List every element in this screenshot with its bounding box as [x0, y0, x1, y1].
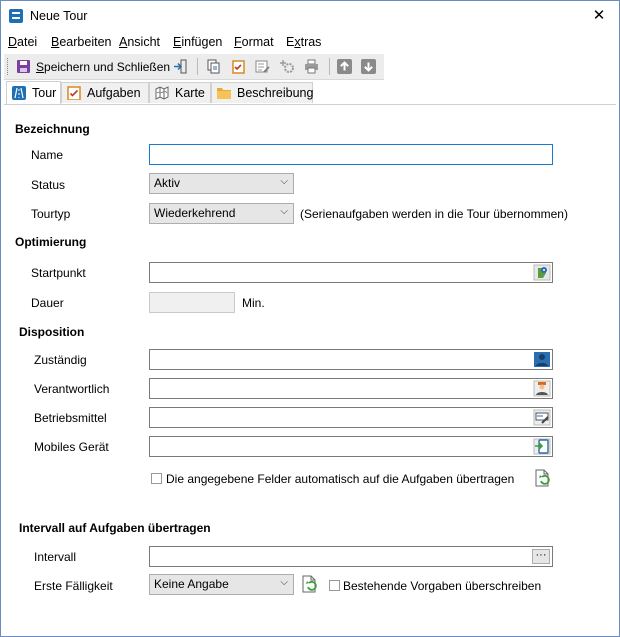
verantwortlich-label: Verantwortlich [34, 382, 110, 396]
app-road-icon [9, 9, 23, 23]
road-icon [12, 86, 26, 100]
exit-button[interactable] [173, 57, 188, 76]
copy-doc-icon [206, 59, 221, 74]
title-bar: Neue Tour ✕ [1, 1, 619, 31]
move-down-button[interactable] [361, 57, 376, 76]
toolbar-grip[interactable] [7, 58, 10, 75]
gear-add-icon [280, 59, 295, 74]
verantwortlich-input[interactable] [149, 378, 553, 399]
gear-add-button[interactable] [280, 57, 295, 76]
toolbar: Speichern und Schließen [4, 54, 384, 80]
map-icon [155, 86, 169, 100]
zustaendig-label: Zuständig [34, 353, 87, 367]
auto-transfer-label: Die angegebene Felder automatisch auf di… [166, 472, 515, 486]
section-intervall: Intervall auf Aufgaben übertragen [19, 521, 211, 535]
manager-picker-icon[interactable] [533, 380, 551, 397]
close-icon[interactable]: ✕ [579, 1, 619, 31]
arrow-up-icon [337, 59, 352, 74]
tourtyp-label: Tourtyp [31, 207, 71, 221]
save-icon [16, 59, 31, 74]
auto-transfer-checkbox[interactable] [151, 473, 162, 484]
overwrite-label: Bestehende Vorgaben überschreiben [343, 579, 542, 593]
checklist-icon [231, 59, 246, 74]
checklist-button[interactable] [231, 57, 246, 76]
chevron-down-icon: ⌵ [280, 577, 288, 588]
location-picker-icon[interactable] [533, 264, 551, 281]
startpunkt-label: Startpunkt [31, 266, 86, 280]
print-icon [304, 59, 319, 74]
zustaendig-input[interactable] [149, 349, 553, 370]
chevron-down-icon: ⌵ [280, 176, 288, 187]
section-disposition: Disposition [19, 325, 85, 339]
equipment-picker-icon[interactable] [533, 409, 551, 426]
status-label: Status [31, 178, 66, 192]
edit-list-button[interactable] [255, 57, 270, 76]
edit-list-icon [255, 59, 270, 74]
chevron-down-icon: ⌵ [280, 206, 288, 217]
betriebsmittel-input[interactable] [149, 407, 553, 428]
erste-faelligkeit-select[interactable]: Keine Angabe ⌵ [149, 574, 294, 595]
dialog-window: Neue Tour ✕ Datei Bearbeiten Ansicht Ein… [0, 0, 620, 637]
exit-icon [173, 59, 188, 74]
intervall-input[interactable]: ··· [149, 546, 553, 567]
menu-format[interactable]: Format [234, 35, 274, 49]
copy-button[interactable] [206, 57, 221, 76]
menu-bearbeiten[interactable]: Bearbeiten [51, 35, 111, 49]
refresh-date-icon[interactable] [301, 575, 319, 593]
menu-ansicht[interactable]: Ansicht [119, 35, 160, 49]
tab-strip: Tour Aufgaben Karte Beschreibung [4, 81, 616, 105]
tab-aufgaben[interactable]: Aufgaben [61, 82, 149, 103]
move-up-button[interactable] [337, 57, 352, 76]
print-button[interactable] [304, 57, 319, 76]
toolbar-separator [197, 58, 198, 75]
save-and-close-button[interactable]: Speichern und Schließen [16, 57, 170, 76]
toolbar-separator [329, 58, 330, 75]
name-label: Name [31, 148, 64, 162]
dauer-input [149, 292, 235, 313]
startpunkt-input[interactable] [149, 262, 553, 283]
device-picker-icon[interactable] [533, 438, 551, 455]
erste-faelligkeit-label: Erste Fälligkeit [34, 579, 113, 593]
menu-datei[interactable]: Datei [8, 35, 37, 49]
section-bezeichnung: Bezeichnung [15, 122, 90, 136]
tab-karte[interactable]: Karte [149, 82, 211, 103]
dauer-unit: Min. [242, 296, 265, 310]
name-input[interactable] [149, 144, 553, 165]
arrow-down-icon [361, 59, 376, 74]
overwrite-checkbox[interactable] [329, 580, 340, 591]
more-options-button[interactable]: ··· [532, 549, 550, 564]
tab-beschreibung[interactable]: Beschreibung [211, 82, 313, 103]
section-optimierung: Optimierung [15, 235, 87, 249]
user-picker-icon[interactable] [533, 351, 551, 368]
window-title: Neue Tour [30, 9, 88, 23]
clipboard-check-icon [67, 86, 81, 101]
tourtyp-select[interactable]: Wiederkehrend ⌵ [149, 203, 294, 224]
dauer-label: Dauer [31, 296, 64, 310]
menu-extras[interactable]: Extras [286, 35, 321, 49]
tab-tour[interactable]: Tour [6, 81, 61, 104]
menu-bar: Datei Bearbeiten Ansicht Einfügen Format… [1, 32, 619, 52]
status-select[interactable]: Aktiv ⌵ [149, 173, 294, 194]
apply-fields-icon[interactable] [534, 469, 552, 487]
folder-icon [217, 86, 231, 100]
mobiles-geraet-input[interactable] [149, 436, 553, 457]
betriebsmittel-label: Betriebsmittel [34, 411, 107, 425]
intervall-label: Intervall [34, 550, 77, 564]
menu-einfuegen[interactable]: Einfügen [173, 35, 222, 49]
tourtyp-note: (Serienaufgaben werden in die Tour übern… [300, 207, 568, 221]
mobiles-geraet-label: Mobiles Gerät [34, 440, 109, 454]
